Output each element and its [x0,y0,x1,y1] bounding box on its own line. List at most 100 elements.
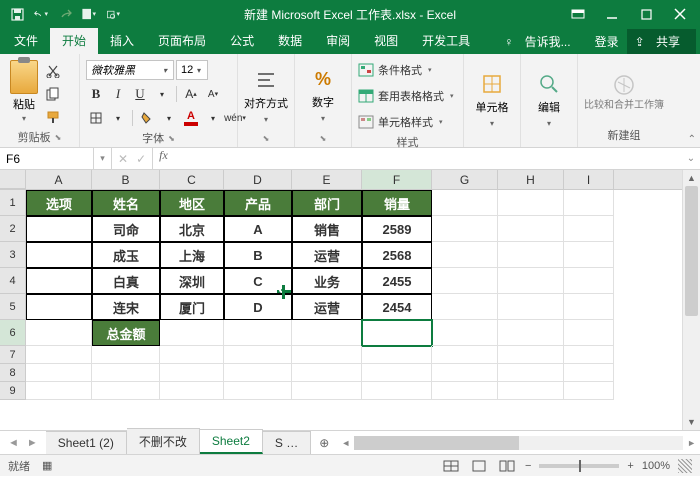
cell[interactable]: 厦门 [160,294,224,320]
row-header[interactable]: 6 [0,320,26,346]
new-doc-icon[interactable]: ▾ [82,7,96,21]
col-header[interactable]: I [564,170,614,189]
scrollbar-horizontal[interactable] [354,436,683,450]
col-header[interactable]: G [432,170,498,189]
cell[interactable] [292,320,362,346]
close-icon[interactable] [672,6,688,22]
cell[interactable] [564,268,614,294]
cell-styles-button[interactable]: 单元格样式▾ [358,112,454,132]
cell[interactable] [432,190,498,216]
cell[interactable]: 成玉 [92,242,160,268]
cell[interactable] [498,242,564,268]
add-sheet-icon[interactable]: ⊕ [311,432,337,454]
formula-expand-icon[interactable]: ⌄ [682,148,700,169]
cell[interactable]: 部门 [292,190,362,216]
editing-icon[interactable] [538,73,560,95]
cell[interactable] [362,382,432,400]
cell[interactable] [92,382,160,400]
cell[interactable]: 白真 [92,268,160,294]
cell[interactable] [564,382,614,400]
cell[interactable] [26,346,92,364]
cell[interactable]: 地区 [160,190,224,216]
scrollbar-vertical[interactable] [683,186,700,414]
cell[interactable]: 运营 [292,242,362,268]
editing-button[interactable]: 编辑 [538,99,560,115]
cell[interactable] [224,364,292,382]
hscroll-left-icon[interactable]: ◄ [341,438,350,448]
cell[interactable] [564,242,614,268]
cell[interactable]: B [224,242,292,268]
tab-data[interactable]: 数据 [266,27,314,54]
font-expand-icon[interactable]: ⬊ [168,134,175,143]
cell[interactable] [432,216,498,242]
italic-button[interactable]: I [108,84,128,104]
row-header[interactable]: 5 [0,294,26,320]
tab-file[interactable]: 文件 [2,27,50,54]
cell[interactable]: 深圳 [160,268,224,294]
cell[interactable] [498,382,564,400]
row-header[interactable]: 8 [0,364,26,382]
active-cell[interactable] [362,320,432,346]
format-painter-icon[interactable] [46,110,60,127]
cell[interactable] [26,364,92,382]
tab-dev[interactable]: 开发工具 [410,27,482,54]
font-size-select[interactable]: 12▾ [176,60,208,80]
cell[interactable]: 上海 [160,242,224,268]
cell[interactable]: 产品 [224,190,292,216]
cell[interactable]: 姓名 [92,190,160,216]
minimize-icon[interactable] [604,6,620,22]
sheet-nav-next-icon[interactable]: ► [27,437,38,449]
copy-icon[interactable] [46,87,60,104]
cell[interactable] [564,216,614,242]
align-icon[interactable] [255,69,277,91]
cell[interactable]: 业务 [292,268,362,294]
cell[interactable] [160,364,224,382]
cell[interactable] [160,346,224,364]
increase-font-icon[interactable]: A▴ [181,84,201,104]
cell[interactable]: 选项 [26,190,92,216]
border-icon[interactable] [86,108,106,128]
cell[interactable] [432,242,498,268]
cell[interactable]: 2568 [362,242,432,268]
conditional-format-button[interactable]: 条件格式▾ [358,60,454,80]
font-name-select[interactable]: 微软雅黑▾ [86,60,174,80]
cell[interactable] [160,320,224,346]
number-expand-icon[interactable]: ⬊ [320,134,327,143]
col-header[interactable]: B [92,170,160,189]
sheet-tab[interactable]: Sheet1 (2) [46,431,127,454]
cell[interactable] [362,346,432,364]
col-header[interactable]: E [292,170,362,189]
cell[interactable] [224,346,292,364]
collapse-ribbon-icon[interactable]: ⌃ [688,134,696,145]
cell[interactable] [26,268,92,294]
col-header[interactable]: D [224,170,292,189]
cell[interactable] [432,382,498,400]
cell[interactable] [498,216,564,242]
resize-grip-icon[interactable] [678,459,692,473]
maximize-icon[interactable] [638,6,654,22]
cell[interactable] [432,294,498,320]
cell[interactable] [432,320,498,346]
col-header[interactable]: C [160,170,224,189]
cell[interactable] [498,364,564,382]
row-header[interactable]: 3 [0,242,26,268]
zoom-slider[interactable] [539,464,619,468]
sheet-tab-active[interactable]: Sheet2 [200,429,263,454]
login-link[interactable]: 登录 [587,29,627,54]
scroll-down-icon[interactable]: ▼ [683,414,700,430]
cell[interactable] [92,364,160,382]
col-header[interactable]: A [26,170,92,189]
cell[interactable] [26,242,92,268]
cell[interactable] [432,364,498,382]
cell[interactable] [498,268,564,294]
number-format-icon[interactable]: % [315,69,331,90]
cell[interactable] [292,364,362,382]
zoom-in-icon[interactable]: + [627,460,633,472]
ribbon-options-icon[interactable] [570,6,586,22]
cell[interactable]: 司命 [92,216,160,242]
underline-button[interactable]: U [130,84,150,104]
cell[interactable] [432,268,498,294]
sheet-tab[interactable]: 不删不改 [127,428,200,454]
align-button[interactable]: 对齐方式 [244,95,288,111]
cell[interactable]: 2454 [362,294,432,320]
